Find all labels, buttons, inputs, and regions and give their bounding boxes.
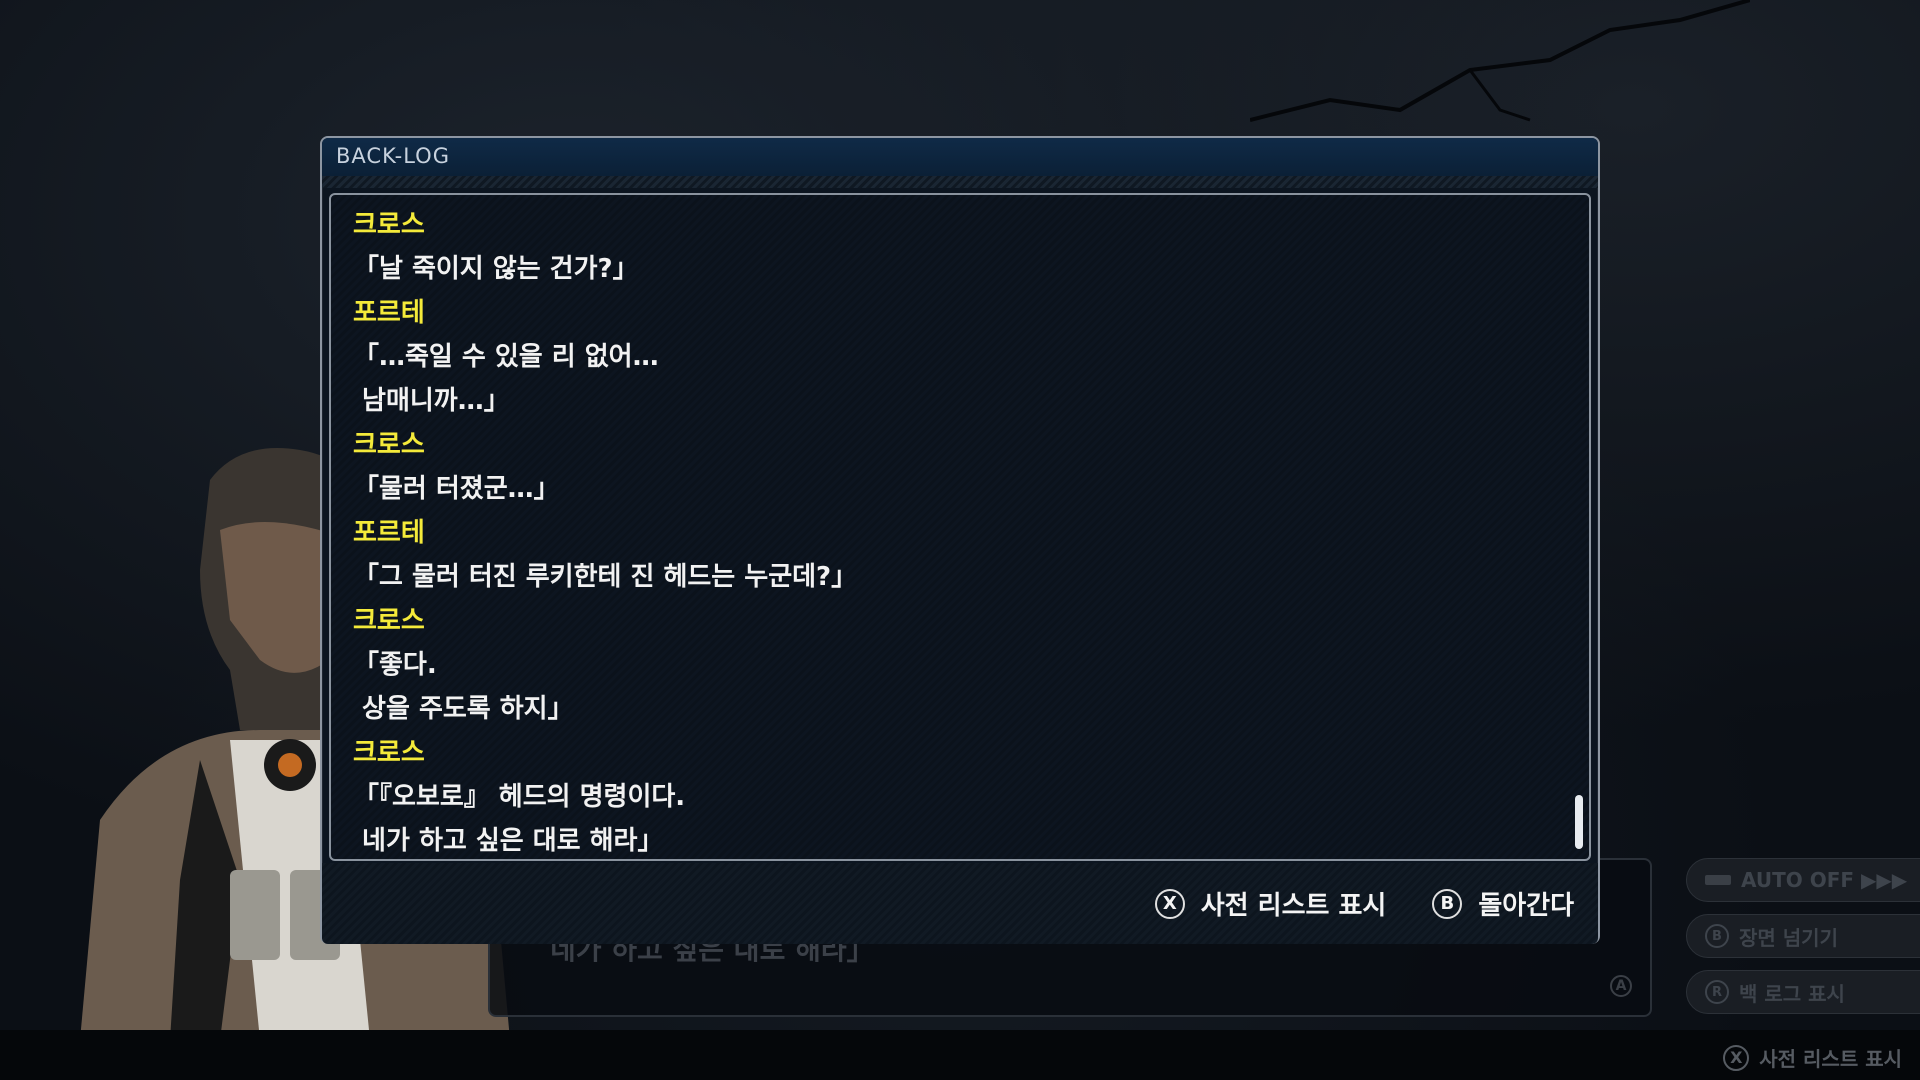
speaker-name: 크로스 (353, 738, 425, 768)
b-button-icon: B (1705, 924, 1729, 948)
auto-label: AUTO OFF ▶▶▶ (1741, 868, 1908, 892)
back-button[interactable]: B 돌아간다 (1432, 885, 1574, 922)
log-area[interactable]: 크로스 「날 죽이지 않는 건가?」 포르테 「…죽일 수 있을 리 없어… 남매니까… (329, 193, 1591, 861)
bottom-dictionary-hint[interactable]: X 사전 리스트 표시 (1723, 1043, 1902, 1072)
bottom-dictionary-label: 사전 리스트 표시 (1759, 1047, 1902, 1071)
log-list: 크로스 「날 죽이지 않는 건가?」 포르테 「…죽일 수 있을 리 없어… 남매니까… (353, 203, 1559, 859)
speaker-name: 포르테 (353, 518, 425, 548)
speaker-name: 크로스 (353, 210, 425, 240)
speaker-name: 포르테 (353, 298, 425, 328)
dialogue-line: 「좋다. (353, 650, 437, 680)
dialogue-line: 「물러 터졌군…」 (353, 474, 560, 504)
footer-hints: X 사전 리스트 표시 B 돌아간다 (1154, 885, 1574, 922)
backlog-label: 백 로그 표시 (1739, 981, 1845, 1006)
dictionary-list-button[interactable]: X 사전 리스트 표시 (1154, 885, 1387, 922)
header-stripe (322, 176, 1598, 188)
skip-scene-label: 장면 넘기기 (1739, 925, 1838, 950)
scrollbar-thumb[interactable] (1575, 795, 1583, 849)
x-button-icon: X (1154, 888, 1185, 919)
backlog-panel: BACK-LOG 크로스 「날 죽이지 않는 건가?」 포르테 「…죽일 수 있을 리… (320, 136, 1600, 944)
dialogue-line: 「…죽일 수 있을 리 없어… (353, 342, 659, 372)
auto-icon (1705, 875, 1731, 885)
advance-button-icon: A (1610, 975, 1632, 997)
panel-header: BACK-LOG (322, 138, 1598, 177)
back-label: 돌아간다 (1478, 891, 1574, 921)
r-button-icon: R (1705, 980, 1729, 1004)
speaker-name: 크로스 (353, 606, 425, 636)
skip-scene-button[interactable]: B 장면 넘기기 (1686, 914, 1920, 958)
speaker-name: 크로스 (353, 430, 425, 460)
x-button-icon: X (1723, 1044, 1750, 1071)
panel-footer: X 사전 리스트 표시 B 돌아간다 (322, 863, 1598, 944)
b-button-icon: B (1432, 888, 1463, 919)
dialogue-line: 「날 죽이지 않는 건가?」 (353, 254, 639, 284)
dictionary-list-label: 사전 리스트 표시 (1200, 891, 1387, 921)
dialogue-line: 「그 물러 터진 루키한테 진 헤드는 누군데?」 (353, 562, 858, 592)
side-menu: AUTO OFF ▶▶▶ B 장면 넘기기 R 백 로그 표시 (1686, 858, 1920, 1026)
backlog-button[interactable]: R 백 로그 표시 (1686, 970, 1920, 1014)
dialogue-line: 네가 하고 싶은 대로 해라」 (353, 826, 664, 856)
dialogue-line: 「『오보로』 헤드의 명령이다. (353, 782, 686, 812)
panel-title: BACK-LOG (336, 144, 450, 168)
dialogue-line: 남매니까…」 (353, 386, 510, 416)
bottom-bar (0, 1030, 1920, 1080)
auto-toggle[interactable]: AUTO OFF ▶▶▶ (1686, 858, 1920, 902)
dialogue-line: 상을 주도록 하지」 (353, 694, 574, 724)
